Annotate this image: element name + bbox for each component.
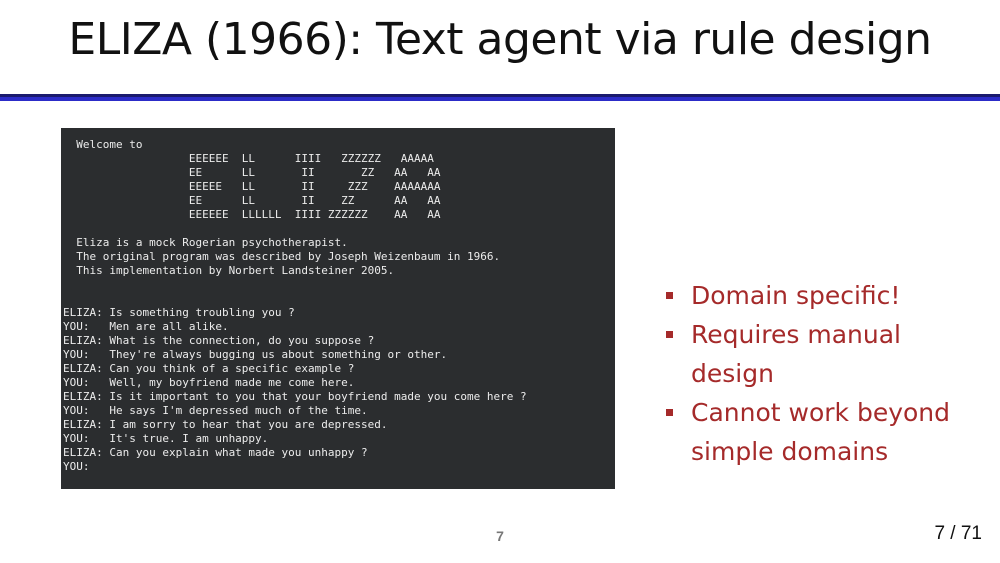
bullet-list: Domain specific! Requires manual design … <box>666 276 986 471</box>
slide-title: ELIZA (1966): Text agent via rule design <box>68 14 932 65</box>
square-bullet-icon <box>666 331 673 338</box>
page-indicator: 7 / 71 <box>934 523 982 544</box>
bullet-item: Requires manual design <box>666 315 986 393</box>
bullet-item: Cannot work beyond simple domains <box>666 393 986 471</box>
square-bullet-icon <box>666 409 673 416</box>
bullet-text: Requires manual design <box>691 320 901 388</box>
terminal-transcript: Welcome to EEEEEE LL IIII ZZZZZZ AAAAA E… <box>63 138 527 473</box>
bullet-item: Domain specific! <box>666 276 986 315</box>
eliza-terminal-screenshot: Welcome to EEEEEE LL IIII ZZZZZZ AAAAA E… <box>61 128 615 489</box>
title-divider-light <box>0 97 1000 101</box>
footer-slide-number: 7 <box>496 528 504 544</box>
bullet-text: Cannot work beyond simple domains <box>691 398 951 466</box>
bullet-text: Domain specific! <box>691 281 901 310</box>
square-bullet-icon <box>666 292 673 299</box>
